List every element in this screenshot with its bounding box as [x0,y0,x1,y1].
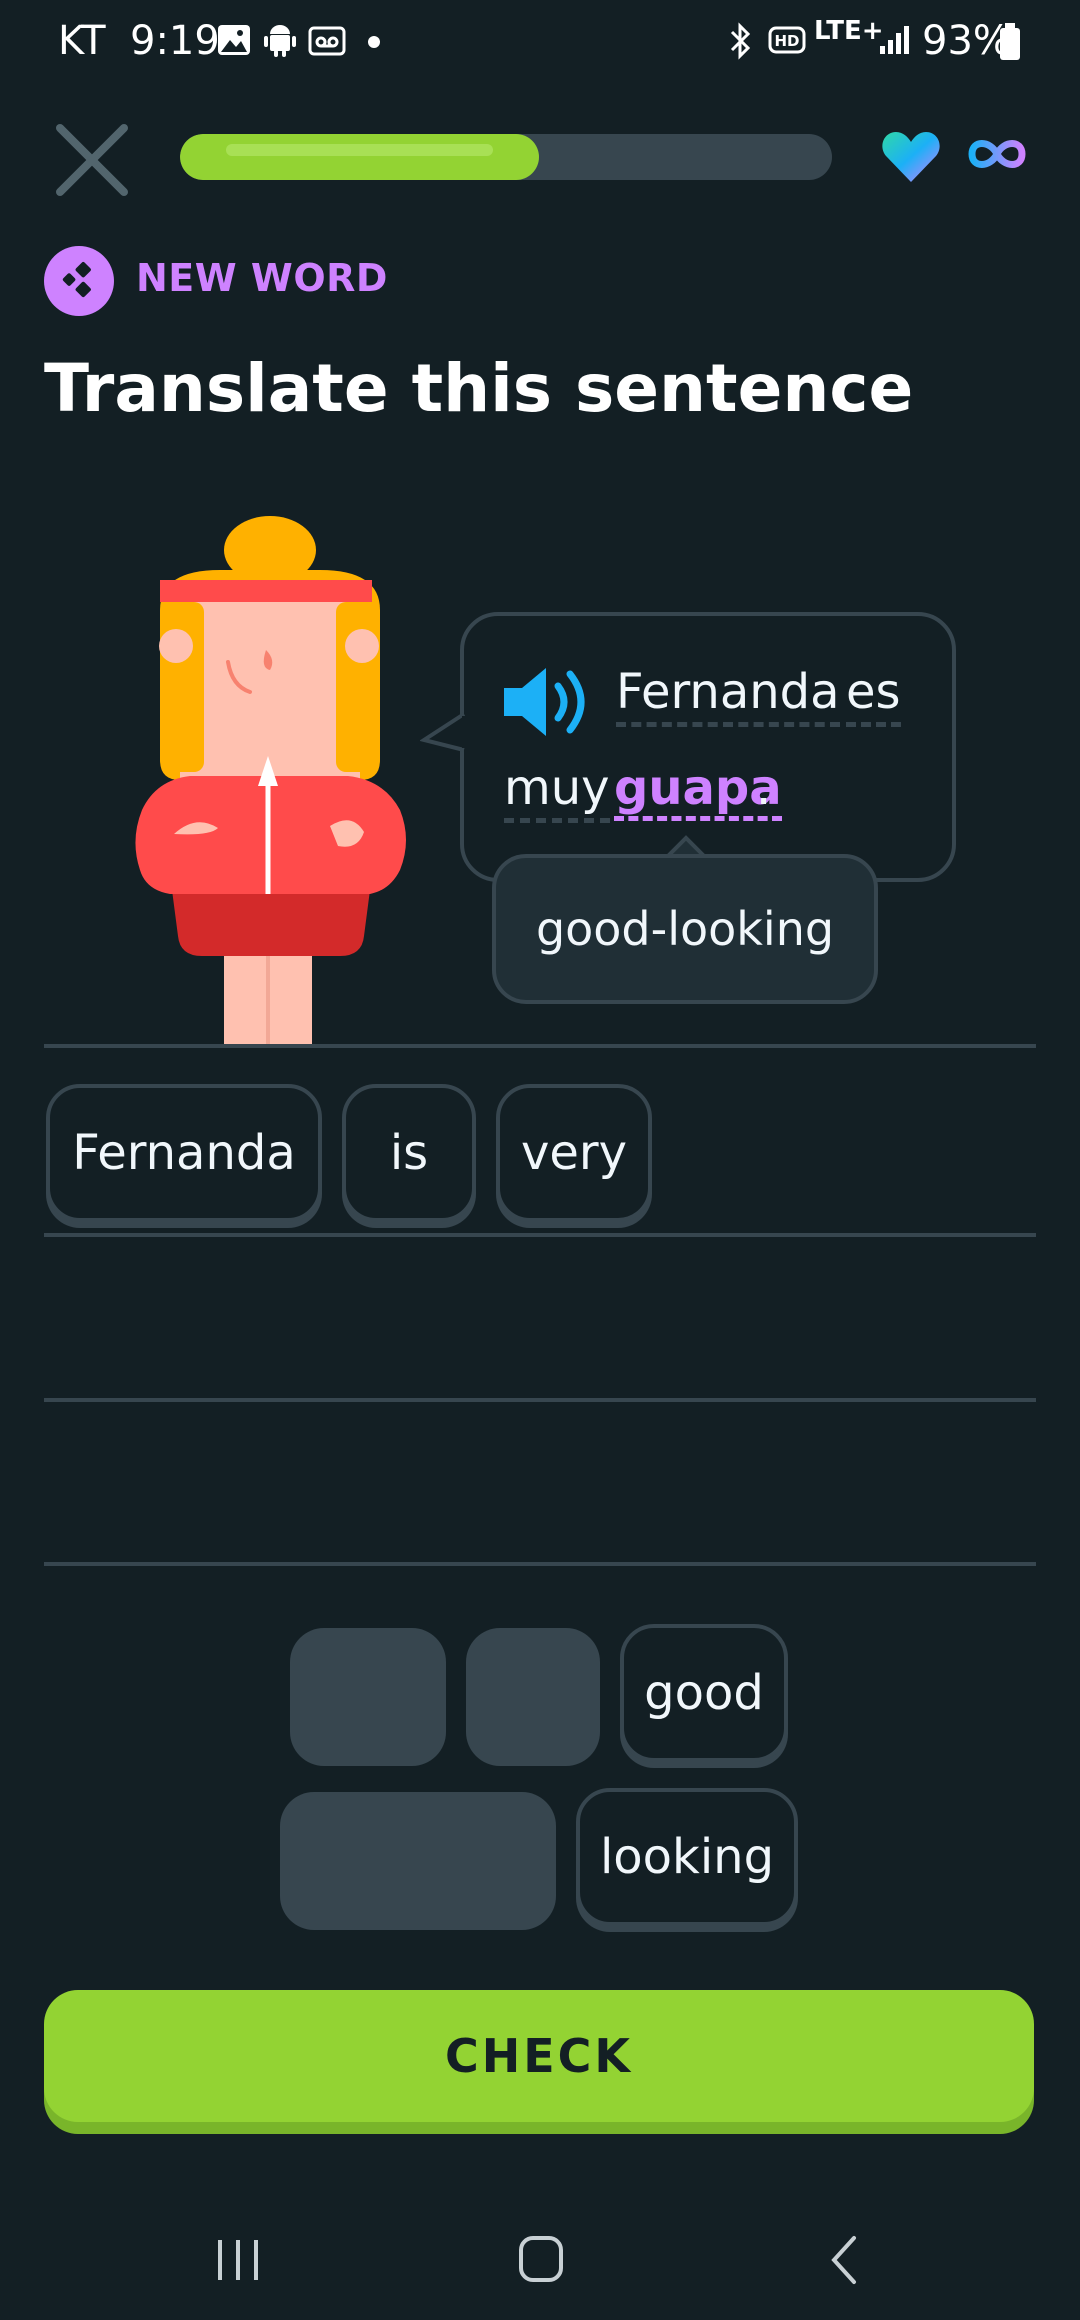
infinity-icon[interactable] [966,132,1028,176]
answer-tile[interactable]: Fernanda [46,1084,322,1222]
answer-line [44,1044,1036,1048]
notification-dot-icon [368,36,380,48]
recent-apps-icon[interactable] [214,2200,264,2320]
battery-icon [1000,23,1020,60]
signal-icon [880,26,909,54]
character-illustration [135,516,407,1046]
close-icon [56,124,128,196]
sentence-period: . [756,760,772,816]
answer-line [44,1562,1036,1566]
status-bar: KT 9:19 HD LTE+ 93% [0,0,1080,84]
used-tile-slot [290,1628,446,1766]
speaker-button[interactable] [500,664,592,744]
svg-text:HD: HD [774,32,799,50]
speech-bubble-tail [420,712,468,752]
word-hint-tooltip: good-looking [492,854,878,1004]
progress-fill [180,134,539,180]
hd-call-icon: HD [768,26,806,54]
speaker-icon [504,668,585,736]
android-icon [264,25,296,57]
page-title: Translate this sentence [44,350,914,427]
sentence-word[interactable]: muy [504,760,610,823]
close-button[interactable] [52,120,132,200]
network-type-label: LTE+ [814,16,884,46]
carrier-label: KT [58,18,106,64]
speech-bubble [460,612,956,882]
lesson-progress-bar [180,134,832,180]
word-bank-tile[interactable]: good [620,1624,788,1762]
used-tile-slot [466,1628,600,1766]
voicemail-icon [308,26,346,56]
answer-line [44,1398,1036,1402]
used-tile-slot [280,1792,556,1930]
back-icon[interactable] [826,2200,866,2320]
sentence-word[interactable]: Fernanda [616,664,840,727]
answer-tile[interactable]: very [496,1084,652,1222]
answer-line [44,1233,1036,1237]
home-icon[interactable] [516,2200,566,2320]
clock: 9:19 [130,18,220,64]
answer-tile[interactable]: is [342,1084,476,1222]
gallery-icon [218,25,250,55]
hearts-icon[interactable] [880,128,942,184]
progress-shine [226,144,493,156]
bluetooth-icon [730,22,751,60]
new-word-badge-icon [44,246,114,316]
word-bank-tile[interactable]: looking [576,1788,798,1926]
sentence-word[interactable]: es [846,664,901,727]
check-button[interactable]: CHECK [44,1990,1034,2122]
new-word-label: NEW WORD [136,256,388,300]
